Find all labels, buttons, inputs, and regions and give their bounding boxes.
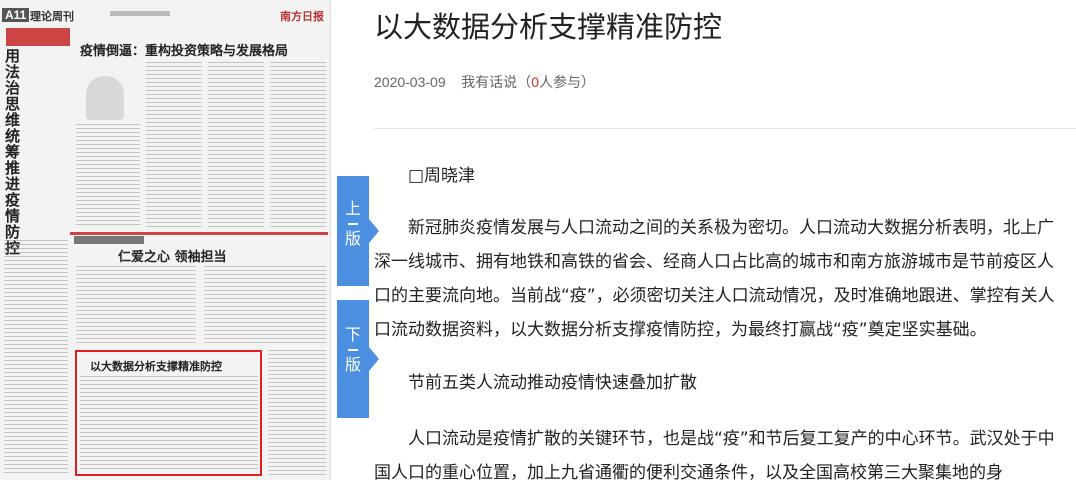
tab-separator (348, 223, 358, 225)
article-meta: 2020-03-09 我有话说（0人参与） (374, 72, 595, 92)
next-page-label-2: 版 (344, 355, 361, 374)
red-banner (6, 28, 70, 46)
comment-prefix: 我有话说（ (461, 74, 532, 90)
text-column (270, 62, 326, 228)
text-column (204, 266, 326, 344)
newspaper-masthead: A11 理论周刊 南方日报 (0, 6, 330, 24)
prev-page-label-2: 版 (344, 229, 361, 248)
next-page-tab[interactable]: 下 版 (337, 300, 379, 418)
article-byline: □周晓津 (408, 166, 476, 186)
prev-page-label-1: 上 (344, 199, 361, 218)
masthead-fineprint (110, 11, 170, 16)
prev-page-tab[interactable]: 上 版 (337, 176, 379, 286)
tab-separator (348, 349, 358, 351)
section-divider (70, 232, 328, 235)
text-column (268, 350, 326, 476)
article-date: 2020-03-09 (374, 74, 446, 90)
section-name: 理论周刊 (30, 10, 74, 23)
text-column (146, 62, 202, 228)
article-subheading: 节前五类人流动推动疫情快速叠加扩散 (408, 373, 697, 393)
headline-benevolence[interactable]: 仁爱之心 领袖担当 (118, 246, 227, 265)
next-page-label-1: 下 (344, 325, 361, 344)
selected-article-highlight[interactable] (75, 350, 262, 476)
comment-suffix: 人参与） (538, 74, 595, 90)
vertical-headline: 用法治思维统筹推进疫情防控 (5, 47, 21, 256)
author-photo (86, 76, 124, 120)
title-divider (374, 128, 1076, 129)
comment-link[interactable]: 我有话说（0人参与） (461, 74, 595, 90)
column-tag (74, 236, 144, 244)
text-column (208, 62, 264, 228)
headline-investment[interactable]: 疫情倒逼：重构投资策略与发展格局 (80, 40, 288, 59)
page-number: A11 (2, 8, 30, 22)
text-column (76, 124, 140, 228)
text-column (4, 240, 68, 476)
article-paragraph: 新冠肺炎疫情发展与人口流动之间的关系极为密切。人口流动大数据分析表明，北上广深一… (374, 218, 1055, 340)
newspaper-logo: 南方日报 (280, 10, 324, 23)
text-column (76, 266, 196, 344)
article-title: 以大数据分析支撑精准防控 (374, 10, 723, 44)
newspaper-page-image[interactable]: A11 理论周刊 南方日报 用法治思维统筹推进疫情防控 疫情倒逼：重构投资策略与… (0, 0, 331, 480)
comment-count: 0 (531, 74, 539, 90)
